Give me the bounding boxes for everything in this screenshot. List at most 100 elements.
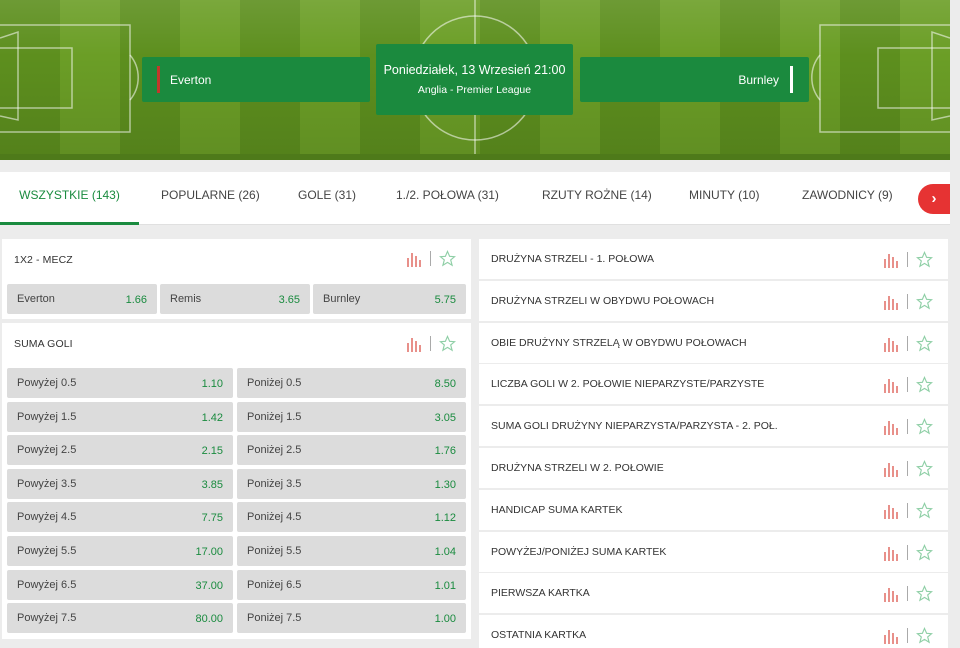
market-title: LICZBA GOLI W 2. POŁOWIE NIEPARZYSTE/PAR… bbox=[491, 378, 765, 390]
star-icon[interactable] bbox=[916, 544, 933, 561]
tab-all[interactable]: WSZYSTKIE (143) bbox=[0, 172, 139, 225]
market-title: OSTATNIA KARTKA bbox=[491, 629, 587, 641]
odd-label: Powyżej 7.5 bbox=[17, 612, 77, 624]
odd-label: Powyżej 0.5 bbox=[17, 377, 77, 389]
market-row[interactable]: DRUŻYNA STRZELI - 1. POŁOWA bbox=[479, 239, 948, 279]
tab-corners[interactable]: RZUTY ROŻNE (14) bbox=[542, 172, 652, 225]
icon-divider bbox=[907, 377, 908, 392]
tab-players[interactable]: ZAWODNICY (9) bbox=[802, 172, 893, 225]
odd-value: 1.10 bbox=[201, 378, 223, 390]
panel-header[interactable]: 1X2 - MECZ bbox=[2, 239, 471, 279]
home-team-box[interactable]: Everton bbox=[142, 57, 370, 102]
icon-divider bbox=[430, 336, 431, 351]
odd-button-under[interactable]: Poniżej 5.5 1.04 bbox=[237, 536, 466, 566]
odd-value: 1.01 bbox=[434, 580, 456, 592]
odd-button-under[interactable]: Poniżej 0.5 8.50 bbox=[237, 368, 466, 398]
market-row[interactable]: OSTATNIA KARTKA bbox=[479, 615, 948, 648]
stats-bars-icon[interactable] bbox=[883, 336, 899, 352]
star-icon[interactable] bbox=[916, 418, 933, 435]
icon-divider bbox=[907, 461, 908, 476]
odd-button-over[interactable]: Powyżej 3.5 3.85 bbox=[7, 469, 233, 499]
star-icon[interactable] bbox=[439, 250, 456, 267]
odd-value: 80.00 bbox=[195, 613, 223, 625]
odd-label: Powyżej 3.5 bbox=[17, 478, 77, 490]
odd-label: Poniżej 3.5 bbox=[247, 478, 302, 490]
market-title: DRUŻYNA STRZELI W OBYDWU POŁOWACH bbox=[491, 295, 715, 307]
stats-bars-icon[interactable] bbox=[883, 419, 899, 435]
panel-header[interactable]: SUMA GOLI bbox=[2, 323, 471, 363]
market-row[interactable]: LICZBA GOLI W 2. POŁOWIE NIEPARZYSTE/PAR… bbox=[479, 364, 948, 404]
odd-label: Everton bbox=[17, 293, 55, 305]
odd-label: Powyżej 4.5 bbox=[17, 511, 77, 523]
odd-label: Poniżej 0.5 bbox=[247, 377, 302, 389]
star-icon[interactable] bbox=[916, 376, 933, 393]
odd-button-over[interactable]: Powyżej 6.5 37.00 bbox=[7, 570, 233, 600]
star-icon[interactable] bbox=[916, 335, 933, 352]
odd-label: Poniżej 5.5 bbox=[247, 545, 302, 557]
odd-button-under[interactable]: Poniżej 4.5 1.12 bbox=[237, 502, 466, 532]
odd-button-draw[interactable]: Remis 3.65 bbox=[160, 284, 310, 314]
stats-bars-icon[interactable] bbox=[883, 503, 899, 519]
odd-button-over[interactable]: Powyżej 2.5 2.15 bbox=[7, 435, 233, 465]
odd-label: Burnley bbox=[323, 293, 361, 305]
away-team-box[interactable]: Burnley bbox=[580, 57, 809, 102]
star-icon[interactable] bbox=[916, 293, 933, 310]
odd-value: 3.65 bbox=[278, 294, 300, 306]
away-team-name: Burnley bbox=[738, 72, 779, 87]
stats-bars-icon[interactable] bbox=[406, 251, 422, 267]
market-row[interactable]: DRUŻYNA STRZELI W OBYDWU POŁOWACH bbox=[479, 281, 948, 321]
stats-bars-icon[interactable] bbox=[883, 377, 899, 393]
tabs-next-button[interactable]: › bbox=[918, 184, 950, 214]
home-team-color-stripe bbox=[157, 66, 160, 93]
stats-bars-icon[interactable] bbox=[883, 252, 899, 268]
odd-value: 1.76 bbox=[434, 445, 456, 457]
stats-bars-icon[interactable] bbox=[883, 545, 899, 561]
stats-bars-icon[interactable] bbox=[883, 628, 899, 644]
tab-popular[interactable]: POPULARNE (26) bbox=[161, 172, 260, 225]
market-tabs: WSZYSTKIE (143) POPULARNE (26) GOLE (31)… bbox=[0, 172, 950, 225]
total-goals-panel: SUMA GOLI Powyżej 0.5 1.10 Poniżej 0.5 8.50… bbox=[2, 323, 471, 639]
star-icon[interactable] bbox=[916, 502, 933, 519]
star-icon[interactable] bbox=[916, 627, 933, 644]
odd-button-under[interactable]: Poniżej 7.5 1.00 bbox=[237, 603, 466, 633]
icon-divider bbox=[907, 294, 908, 309]
star-icon[interactable] bbox=[916, 460, 933, 477]
icon-divider bbox=[907, 252, 908, 267]
stats-bars-icon[interactable] bbox=[883, 586, 899, 602]
odd-button-over[interactable]: Powyżej 0.5 1.10 bbox=[7, 368, 233, 398]
market-title: HANDICAP SUMA KARTEK bbox=[491, 504, 623, 516]
match-header: Everton Poniedziałek, 13 Wrzesień 21:00 … bbox=[0, 0, 950, 160]
odd-button-under[interactable]: Poniżej 2.5 1.76 bbox=[237, 435, 466, 465]
odd-label: Powyżej 1.5 bbox=[17, 411, 77, 423]
stats-bars-icon[interactable] bbox=[883, 461, 899, 477]
odd-button-under[interactable]: Poniżej 6.5 1.01 bbox=[237, 570, 466, 600]
market-row[interactable]: SUMA GOLI DRUŻYNY NIEPARZYSTA/PARZYSTA -… bbox=[479, 406, 948, 446]
odd-button-under[interactable]: Poniżej 3.5 1.30 bbox=[237, 469, 466, 499]
stats-bars-icon[interactable] bbox=[406, 336, 422, 352]
tab-goals[interactable]: GOLE (31) bbox=[298, 172, 356, 225]
odd-button-over[interactable]: Powyżej 1.5 1.42 bbox=[7, 402, 233, 432]
market-row[interactable]: OBIE DRUŻYNY STRZELĄ W OBYDWU POŁOWACH bbox=[479, 323, 948, 363]
tab-halves[interactable]: 1./2. POŁOWA (31) bbox=[396, 172, 499, 225]
star-icon[interactable] bbox=[439, 335, 456, 352]
star-icon[interactable] bbox=[916, 585, 933, 602]
stats-bars-icon[interactable] bbox=[883, 294, 899, 310]
market-row[interactable]: PIERWSZA KARTKA bbox=[479, 573, 948, 613]
odd-button-over[interactable]: Powyżej 7.5 80.00 bbox=[7, 603, 233, 633]
odd-button-under[interactable]: Poniżej 1.5 3.05 bbox=[237, 402, 466, 432]
odd-value: 1.00 bbox=[434, 613, 456, 625]
odd-value: 8.50 bbox=[434, 378, 456, 390]
star-icon[interactable] bbox=[916, 251, 933, 268]
market-row[interactable]: DRUŻYNA STRZELI W 2. POŁOWIE bbox=[479, 448, 948, 488]
odd-button-over[interactable]: Powyżej 4.5 7.75 bbox=[7, 502, 233, 532]
pitch-edge bbox=[0, 154, 950, 160]
panel-title: SUMA GOLI bbox=[14, 338, 73, 350]
market-row[interactable]: POWYŻEJ/PONIŻEJ SUMA KARTEK bbox=[479, 532, 948, 572]
tab-minutes[interactable]: MINUTY (10) bbox=[689, 172, 759, 225]
odd-button-away[interactable]: Burnley 5.75 bbox=[313, 284, 466, 314]
odd-button-home[interactable]: Everton 1.66 bbox=[7, 284, 157, 314]
icon-divider bbox=[907, 586, 908, 601]
odd-button-over[interactable]: Powyżej 5.5 17.00 bbox=[7, 536, 233, 566]
odd-value: 3.85 bbox=[201, 479, 223, 491]
market-row[interactable]: HANDICAP SUMA KARTEK bbox=[479, 490, 948, 530]
